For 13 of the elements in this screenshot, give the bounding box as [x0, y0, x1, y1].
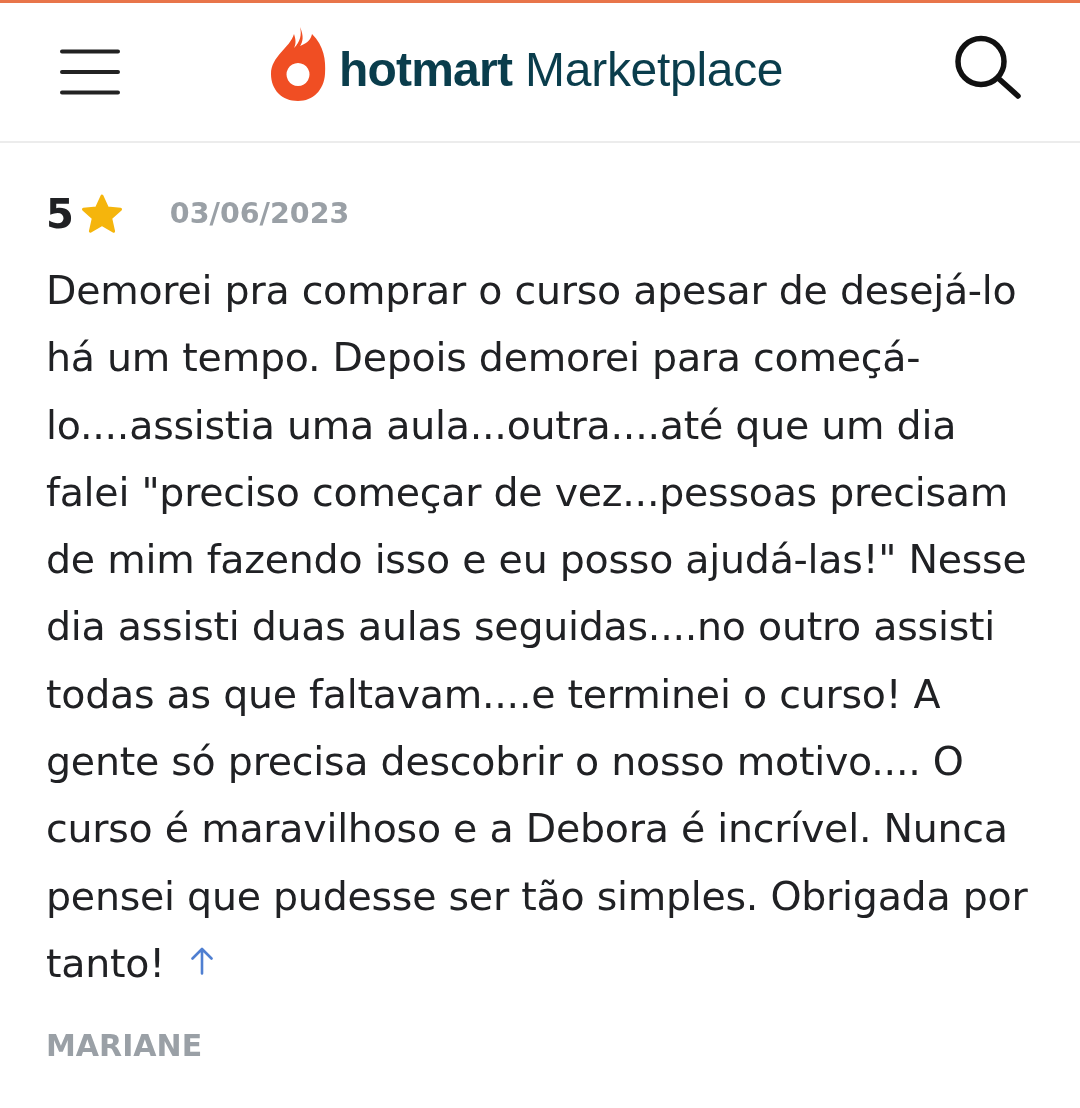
menu-button[interactable] [60, 49, 120, 95]
review-author: MARIANE [46, 1031, 203, 1062]
arrow-up-icon[interactable] [190, 946, 213, 975]
search-button[interactable] [954, 35, 1022, 99]
logo-link[interactable]: hotmart Marketplace [270, 26, 784, 114]
star-icon [79, 193, 124, 235]
search-icon [954, 35, 1022, 99]
review-text: Demorei pra comprar o curso apesar de desejá-lo há um tempo. Depois demorei para começá-lo....assistia uma aula...outra....até que um dia falei "preciso começar de vez...pessoas precisam de mim fazendo isso e eu posso ajudá-las!" Nesse dia assisti duas aulas seguidas....no outro assisti todas as que faltavam....e terminei o curso! A gente só precisa descobrir o nosso motivo.... O curso é maravilhoso e a Debora é incrível. Nunca pensei que pudesse ser tão simples. Obrigada por tanto! [46, 266, 1029, 988]
review-date: 03/06/2023 [169, 199, 350, 229]
menu-icon [60, 49, 120, 95]
rating-value: 5 [46, 194, 74, 234]
flame-icon [270, 26, 326, 102]
logo-text: hotmart Marketplace [339, 46, 784, 94]
